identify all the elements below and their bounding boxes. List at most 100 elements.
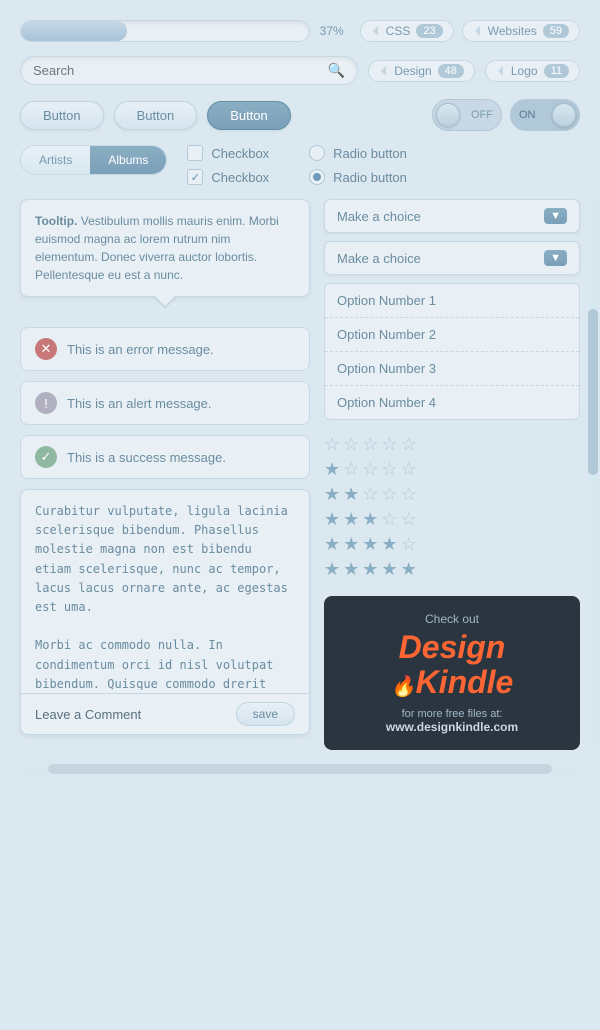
- tag-websites[interactable]: Websites 59: [462, 20, 580, 42]
- star-2-1[interactable]: ★: [343, 484, 359, 505]
- dropdown-2-placeholder: Make a choice: [337, 251, 421, 266]
- star-1-4[interactable]: ☆: [401, 459, 417, 480]
- tag-arrow-icon: [373, 26, 378, 36]
- main-content: Tooltip. Vestibulum mollis mauris enim. …: [20, 199, 580, 750]
- stars-section: ☆ ☆ ☆ ☆ ☆ ★ ☆ ☆ ☆ ☆ ★ ★ ☆ ☆ ☆ ★: [324, 434, 580, 580]
- star-3-2[interactable]: ★: [362, 509, 378, 530]
- kindle-brand-line2: Kindle: [416, 664, 514, 700]
- star-2-0[interactable]: ★: [324, 484, 340, 505]
- button-2[interactable]: Button: [114, 101, 198, 130]
- star-2-3[interactable]: ☆: [381, 484, 397, 505]
- radio-item-2[interactable]: Radio button: [309, 169, 407, 185]
- kindle-brand: Design 🔥Kindle: [340, 630, 564, 700]
- dropdown-option-2[interactable]: Option Number 2: [325, 318, 579, 352]
- star-0-0[interactable]: ☆: [324, 434, 340, 455]
- search-box[interactable]: 🔍: [20, 56, 358, 85]
- save-button[interactable]: save: [236, 702, 295, 726]
- right-column: Make a choice ▼ Make a choice ▼ Option N…: [324, 199, 580, 750]
- toggle-off-label: OFF: [466, 109, 498, 121]
- star-1-2[interactable]: ☆: [362, 459, 378, 480]
- button-1[interactable]: Button: [20, 101, 104, 130]
- progress-bar-fill: [21, 21, 127, 41]
- stars-row-4[interactable]: ★ ★ ★ ★ ☆: [324, 534, 580, 555]
- dropdown-1-arrow-icon: ▼: [544, 208, 567, 224]
- star-2-2[interactable]: ☆: [362, 484, 378, 505]
- star-5-0[interactable]: ★: [324, 559, 340, 580]
- dropdown-2[interactable]: Make a choice ▼: [324, 241, 580, 275]
- stars-row-1[interactable]: ★ ☆ ☆ ☆ ☆: [324, 459, 580, 480]
- checkbox-2[interactable]: ✓: [187, 169, 203, 185]
- search-input[interactable]: [33, 63, 328, 78]
- toggle-on-label: ON: [514, 109, 541, 121]
- checkbox-item-1[interactable]: Checkbox: [187, 145, 269, 161]
- checkbox-1[interactable]: [187, 145, 203, 161]
- star-0-2[interactable]: ☆: [362, 434, 378, 455]
- kindle-check-out: Check out: [340, 612, 564, 626]
- checkbox-2-label: Checkbox: [211, 170, 269, 185]
- radio-2-label: Radio button: [333, 170, 407, 185]
- radio-2[interactable]: [309, 169, 325, 185]
- star-5-4[interactable]: ★: [401, 559, 417, 580]
- star-3-0[interactable]: ★: [324, 509, 340, 530]
- error-text: This is an error message.: [67, 342, 214, 357]
- tooltip-bold: Tooltip.: [35, 214, 77, 228]
- star-5-2[interactable]: ★: [362, 559, 378, 580]
- checkbox-item-2[interactable]: ✓ Checkbox: [187, 169, 269, 185]
- toggle-off[interactable]: OFF: [432, 99, 502, 131]
- toggle-on-knob: [552, 103, 576, 127]
- tag-css[interactable]: CSS 23: [360, 20, 454, 42]
- stars-row-5[interactable]: ★ ★ ★ ★ ★: [324, 559, 580, 580]
- dropdown-1[interactable]: Make a choice ▼: [324, 199, 580, 233]
- alert-icon: !: [35, 392, 57, 414]
- bottom-scrollbar[interactable]: [20, 764, 580, 774]
- star-4-1[interactable]: ★: [343, 534, 359, 555]
- button-3[interactable]: Button: [207, 101, 291, 130]
- star-0-4[interactable]: ☆: [401, 434, 417, 455]
- star-2-4[interactable]: ☆: [401, 484, 417, 505]
- scrollbar[interactable]: [588, 199, 598, 750]
- star-1-0[interactable]: ★: [324, 459, 340, 480]
- star-3-4[interactable]: ☆: [401, 509, 417, 530]
- tab-group: Artists Albums: [20, 145, 167, 175]
- star-4-2[interactable]: ★: [362, 534, 378, 555]
- toggle-on[interactable]: ON: [510, 99, 580, 131]
- dropdown-option-3[interactable]: Option Number 3: [325, 352, 579, 386]
- kindle-banner[interactable]: Check out Design 🔥Kindle for more free f…: [324, 596, 580, 750]
- scrollbar-thumb[interactable]: [588, 309, 598, 474]
- star-4-4[interactable]: ☆: [401, 534, 417, 555]
- star-1-3[interactable]: ☆: [381, 459, 397, 480]
- kindle-url[interactable]: www.designkindle.com: [340, 720, 564, 734]
- tab-albums[interactable]: Albums: [90, 146, 166, 174]
- star-3-1[interactable]: ★: [343, 509, 359, 530]
- star-0-1[interactable]: ☆: [343, 434, 359, 455]
- star-4-0[interactable]: ★: [324, 534, 340, 555]
- stars-row-0[interactable]: ☆ ☆ ☆ ☆ ☆: [324, 434, 580, 455]
- star-5-3[interactable]: ★: [381, 559, 397, 580]
- search-icon-button[interactable]: 🔍: [328, 62, 345, 79]
- radio-item-1[interactable]: Radio button: [309, 145, 407, 161]
- bottom-scrollbar-thumb[interactable]: [48, 764, 552, 774]
- comment-textarea[interactable]: [21, 490, 309, 690]
- dropdown-option-1[interactable]: Option Number 1: [325, 284, 579, 318]
- star-0-3[interactable]: ☆: [381, 434, 397, 455]
- star-1-1[interactable]: ☆: [343, 459, 359, 480]
- tag-design[interactable]: Design 48: [368, 60, 475, 82]
- error-icon: ✕: [35, 338, 57, 360]
- tag-css-count: 23: [416, 24, 442, 38]
- tag-websites-count: 59: [543, 24, 569, 38]
- search-row: 🔍 Design 48 Logo 11: [20, 56, 580, 85]
- star-4-3[interactable]: ★: [381, 534, 397, 555]
- radio-1-label: Radio button: [333, 146, 407, 161]
- stars-row-3[interactable]: ★ ★ ★ ☆ ☆: [324, 509, 580, 530]
- radio-1[interactable]: [309, 145, 325, 161]
- tab-artists[interactable]: Artists: [21, 146, 90, 174]
- left-column: Tooltip. Vestibulum mollis mauris enim. …: [20, 199, 310, 750]
- star-3-3[interactable]: ☆: [381, 509, 397, 530]
- star-5-1[interactable]: ★: [343, 559, 359, 580]
- tooltip-pointer-inner: [155, 296, 175, 306]
- tag-websites-label: Websites: [488, 24, 537, 38]
- dropdown-option-4[interactable]: Option Number 4: [325, 386, 579, 419]
- stars-row-2[interactable]: ★ ★ ☆ ☆ ☆: [324, 484, 580, 505]
- kindle-brand-line1: Design: [399, 629, 506, 665]
- tag-logo[interactable]: Logo 11: [485, 60, 580, 82]
